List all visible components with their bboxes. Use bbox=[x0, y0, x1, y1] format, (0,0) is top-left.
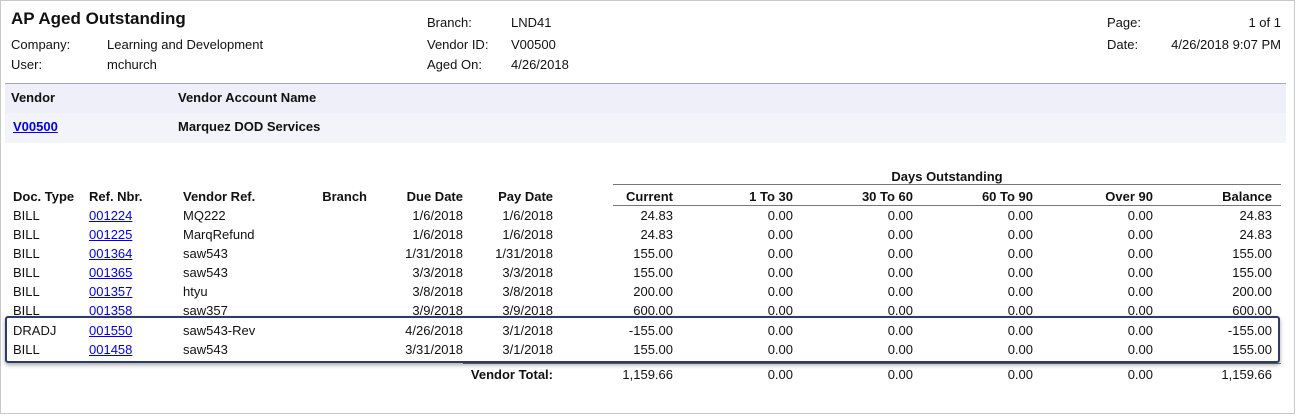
cell-balance: 24.83 bbox=[1239, 227, 1272, 242]
company-value: Learning and Development bbox=[107, 37, 264, 52]
column-header-over-90: Over 90 bbox=[1105, 189, 1153, 204]
aged-on-label: Aged On: bbox=[427, 57, 482, 72]
vendor-id-label: Vendor ID: bbox=[427, 37, 489, 52]
cell-due-date: 1/6/2018 bbox=[412, 227, 463, 242]
column-header-branch: Branch bbox=[322, 189, 367, 204]
vendor-code-link[interactable]: V00500 bbox=[13, 119, 58, 134]
page-value: 1 of 1 bbox=[1248, 15, 1281, 30]
cell-pay-date: 1/31/2018 bbox=[495, 246, 553, 261]
cell-current: 24.83 bbox=[640, 208, 673, 223]
vendor-total-label: Vendor Total: bbox=[470, 367, 553, 382]
branch-value: LND41 bbox=[511, 15, 552, 30]
cell-pay-date: 3/3/2018 bbox=[502, 265, 553, 280]
ref-nbr-link[interactable]: 001225 bbox=[89, 227, 159, 242]
cell-balance: 24.83 bbox=[1239, 208, 1272, 223]
days-outstanding-header: Days Outstanding bbox=[891, 169, 1003, 184]
cell-doc-type: BILL bbox=[13, 246, 40, 261]
total-1-to-30: 0.00 bbox=[767, 367, 793, 382]
user-value: mchurch bbox=[107, 57, 157, 72]
cell-doc-type: BILL bbox=[13, 265, 40, 280]
ref-nbr-link[interactable]: 001357 bbox=[89, 284, 159, 299]
cell-30-to-60: 0.00 bbox=[887, 227, 913, 242]
cell-60-to-90: 0.00 bbox=[1007, 246, 1033, 261]
cell-doc-type: BILL bbox=[13, 208, 40, 223]
cell-balance: 155.00 bbox=[1232, 265, 1272, 280]
vendor-column-header: Vendor bbox=[11, 90, 56, 105]
date-value: 4/26/2018 9:07 PM bbox=[1171, 37, 1281, 52]
cell-vendor-ref: htyu bbox=[183, 284, 208, 299]
cell-30-to-60: 0.00 bbox=[887, 284, 913, 299]
column-header-doc-type: Doc. Type bbox=[13, 189, 75, 204]
page-label: Page: bbox=[1107, 15, 1141, 30]
cell-over-90: 0.00 bbox=[1127, 227, 1153, 242]
total-rule bbox=[463, 363, 1281, 364]
cell-over-90: 0.00 bbox=[1127, 208, 1153, 223]
cell-due-date: 1/6/2018 bbox=[412, 208, 463, 223]
cell-pay-date: 3/8/2018 bbox=[502, 284, 553, 299]
branch-label: Branch: bbox=[427, 15, 472, 30]
cell-current: 24.83 bbox=[640, 227, 673, 242]
days-outstanding-rule bbox=[613, 184, 1281, 185]
cell-doc-type: BILL bbox=[13, 227, 40, 242]
cell-current: 155.00 bbox=[633, 246, 673, 261]
total-over-90: 0.00 bbox=[1127, 367, 1153, 382]
cell-1-to-30: 0.00 bbox=[767, 246, 793, 261]
aged-on-value: 4/26/2018 bbox=[511, 57, 569, 72]
user-label: User: bbox=[11, 57, 43, 72]
cell-60-to-90: 0.00 bbox=[1007, 265, 1033, 280]
column-header-due-date: Due Date bbox=[406, 189, 463, 204]
cell-vendor-ref: saw543 bbox=[183, 265, 228, 280]
cell-60-to-90: 0.00 bbox=[1007, 208, 1033, 223]
column-header-vendor-ref: Vendor Ref. bbox=[183, 189, 256, 204]
company-label: Company: bbox=[11, 37, 71, 52]
total-30-to-60: 0.00 bbox=[887, 367, 913, 382]
cell-30-to-60: 0.00 bbox=[887, 265, 913, 280]
cell-60-to-90: 0.00 bbox=[1007, 284, 1033, 299]
column-header-1-to-30: 1 To 30 bbox=[749, 189, 793, 204]
cell-over-90: 0.00 bbox=[1127, 284, 1153, 299]
cell-60-to-90: 0.00 bbox=[1007, 227, 1033, 242]
cell-balance: 155.00 bbox=[1232, 246, 1272, 261]
column-header-30-to-60: 30 To 60 bbox=[861, 189, 913, 204]
ref-nbr-link[interactable]: 001364 bbox=[89, 246, 159, 261]
cell-30-to-60: 0.00 bbox=[887, 246, 913, 261]
cell-due-date: 1/31/2018 bbox=[405, 246, 463, 261]
report-page: AP Aged Outstanding Company: Learning an… bbox=[0, 0, 1295, 414]
vendor-account-name: Marquez DOD Services bbox=[178, 119, 321, 134]
cell-pay-date: 1/6/2018 bbox=[502, 208, 553, 223]
cell-vendor-ref: MarqRefund bbox=[183, 227, 255, 242]
highlight-box bbox=[5, 316, 1280, 363]
cell-pay-date: 1/6/2018 bbox=[502, 227, 553, 242]
cell-due-date: 3/8/2018 bbox=[412, 284, 463, 299]
column-header-pay-date: Pay Date bbox=[498, 189, 553, 204]
cell-balance: 200.00 bbox=[1232, 284, 1272, 299]
ref-nbr-link[interactable]: 001365 bbox=[89, 265, 159, 280]
vendor-account-name-column-header: Vendor Account Name bbox=[178, 90, 317, 105]
cell-doc-type: BILL bbox=[13, 284, 40, 299]
column-header-current: Current bbox=[626, 189, 673, 204]
column-header-balance: Balance bbox=[1222, 189, 1272, 204]
cell-1-to-30: 0.00 bbox=[767, 265, 793, 280]
total-current: 1,159.66 bbox=[622, 367, 673, 382]
cell-over-90: 0.00 bbox=[1127, 246, 1153, 261]
cell-current: 155.00 bbox=[633, 265, 673, 280]
column-header-rule bbox=[613, 205, 1281, 206]
column-header-ref-nbr: Ref. Nbr. bbox=[89, 189, 143, 204]
total-balance: 1,159.66 bbox=[1221, 367, 1272, 382]
cell-1-to-30: 0.00 bbox=[767, 284, 793, 299]
cell-1-to-30: 0.00 bbox=[767, 208, 793, 223]
total-60-to-90: 0.00 bbox=[1007, 367, 1033, 382]
cell-over-90: 0.00 bbox=[1127, 265, 1153, 280]
cell-vendor-ref: saw543 bbox=[183, 246, 228, 261]
cell-due-date: 3/3/2018 bbox=[412, 265, 463, 280]
cell-vendor-ref: MQ222 bbox=[183, 208, 226, 223]
ref-nbr-link[interactable]: 001224 bbox=[89, 208, 159, 223]
cell-1-to-30: 0.00 bbox=[767, 227, 793, 242]
column-header-60-to-90: 60 To 90 bbox=[981, 189, 1033, 204]
report-title: AP Aged Outstanding bbox=[11, 9, 186, 28]
vendor-id-value: V00500 bbox=[511, 37, 556, 52]
cell-30-to-60: 0.00 bbox=[887, 208, 913, 223]
cell-current: 200.00 bbox=[633, 284, 673, 299]
